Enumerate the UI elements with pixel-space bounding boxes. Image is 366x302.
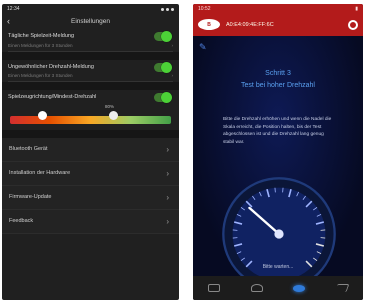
toggle-switch[interactable] [154,61,172,73]
toggle-sublabel: Einen Meldungen für 3 Stunden [8,73,73,78]
chevron-right-icon: › [166,192,169,202]
bottom-nav [193,276,363,300]
menu-item-installation[interactable]: Installation der Hardware › [2,161,179,186]
nav-gauge-icon[interactable] [293,284,306,292]
slider-value: 80% [105,103,115,109]
status-bar: 10:52 ▮ [193,4,363,13]
toggle-switch[interactable] [154,92,172,103]
app-header: 10:52 ▮ B A0:E4:09:4E:FF:6C [193,4,363,36]
toggle-row-daily[interactable]: Tägliche Spielzeit-Meldung Einen Meldung… [2,29,179,51]
chevron-right-icon: › [171,73,173,78]
menu-item-firmware[interactable]: Firmware-Update › [2,185,179,210]
brand-logo: B [198,19,220,30]
chevron-right-icon: › [166,216,169,226]
toggle-label: Tägliche Spielzeit-Meldung [8,33,75,39]
battery-icon: ▮ [355,5,358,12]
slider-handle[interactable] [109,110,118,120]
nav-dashboard-icon[interactable] [208,284,221,292]
page-title: Einstellungen [70,18,111,25]
status-time: 12:34 [7,6,20,12]
toggle-label: Ungewöhnlicher Drehzahl-Meldung [8,63,94,70]
toggle-switch[interactable] [154,31,172,42]
chevron-right-icon: › [166,168,169,178]
chevron-right-icon: › [171,42,173,48]
menu-item-label: Feedback [9,218,34,224]
status-bar: 12:34 [2,4,179,14]
toggle-row-direction[interactable]: Spielzeugrichtung/Mindest-Drehzahl [2,90,179,104]
wifi-icon [166,7,169,11]
toggle-sublabel: Einen Meldungen für 3 Stunden [8,42,73,48]
battery-icon [171,7,174,11]
slider-gradient-track [10,115,171,124]
menu-item-label: Installation der Hardware [9,170,71,176]
chevron-right-icon: › [166,144,169,154]
toggle-row-rpm[interactable]: Ungewöhnlicher Drehzahl-Meldung Einen Me… [2,60,179,82]
step-number: Schritt 3 [265,70,291,77]
step-instructions: Bitte die Drehzahl erhöhen und wenn die … [223,117,332,145]
test-body: ✎ Schritt 3 Test bei hoher Drehzahl Bitt… [193,36,363,291]
status-time: 10:52 [198,5,211,12]
step-title: Test bei hoher Drehzahl [241,82,315,89]
menu-item-bluetooth[interactable]: Bluetooth Gerät › [2,137,179,162]
signal-icon [161,7,164,11]
back-arrow-icon[interactable]: ‹ [7,16,10,26]
status-text: Bitte warten... [262,264,294,270]
toggle-label: Spielzeugrichtung/Mindest-Drehzahl [8,94,97,100]
edit-pencil-icon[interactable]: ✎ [199,42,207,53]
settings-topbar: ‹ Einstellungen [2,14,179,29]
settings-gear-icon[interactable] [348,19,358,30]
menu-item-feedback[interactable]: Feedback › [2,209,179,234]
device-id: A0:E4:09:4E:FF:6C [226,21,274,28]
settings-screen: 12:34 ‹ Einstellungen Tägliche Spielzeit… [2,4,179,300]
rpm-test-screen: 10:52 ▮ B A0:E4:09:4E:FF:6C ✎ Schritt 3 … [193,4,363,300]
menu-item-label: Firmware-Update [9,194,52,200]
rpm-gauge [222,177,336,291]
gauge-hub [274,229,284,239]
nav-chart-icon[interactable] [334,284,350,292]
menu-item-label: Bluetooth Gerät [9,146,48,152]
slider-min-handle[interactable] [38,110,47,120]
rpm-threshold-slider[interactable]: 80% [10,104,171,126]
nav-trend-icon[interactable] [250,284,263,292]
